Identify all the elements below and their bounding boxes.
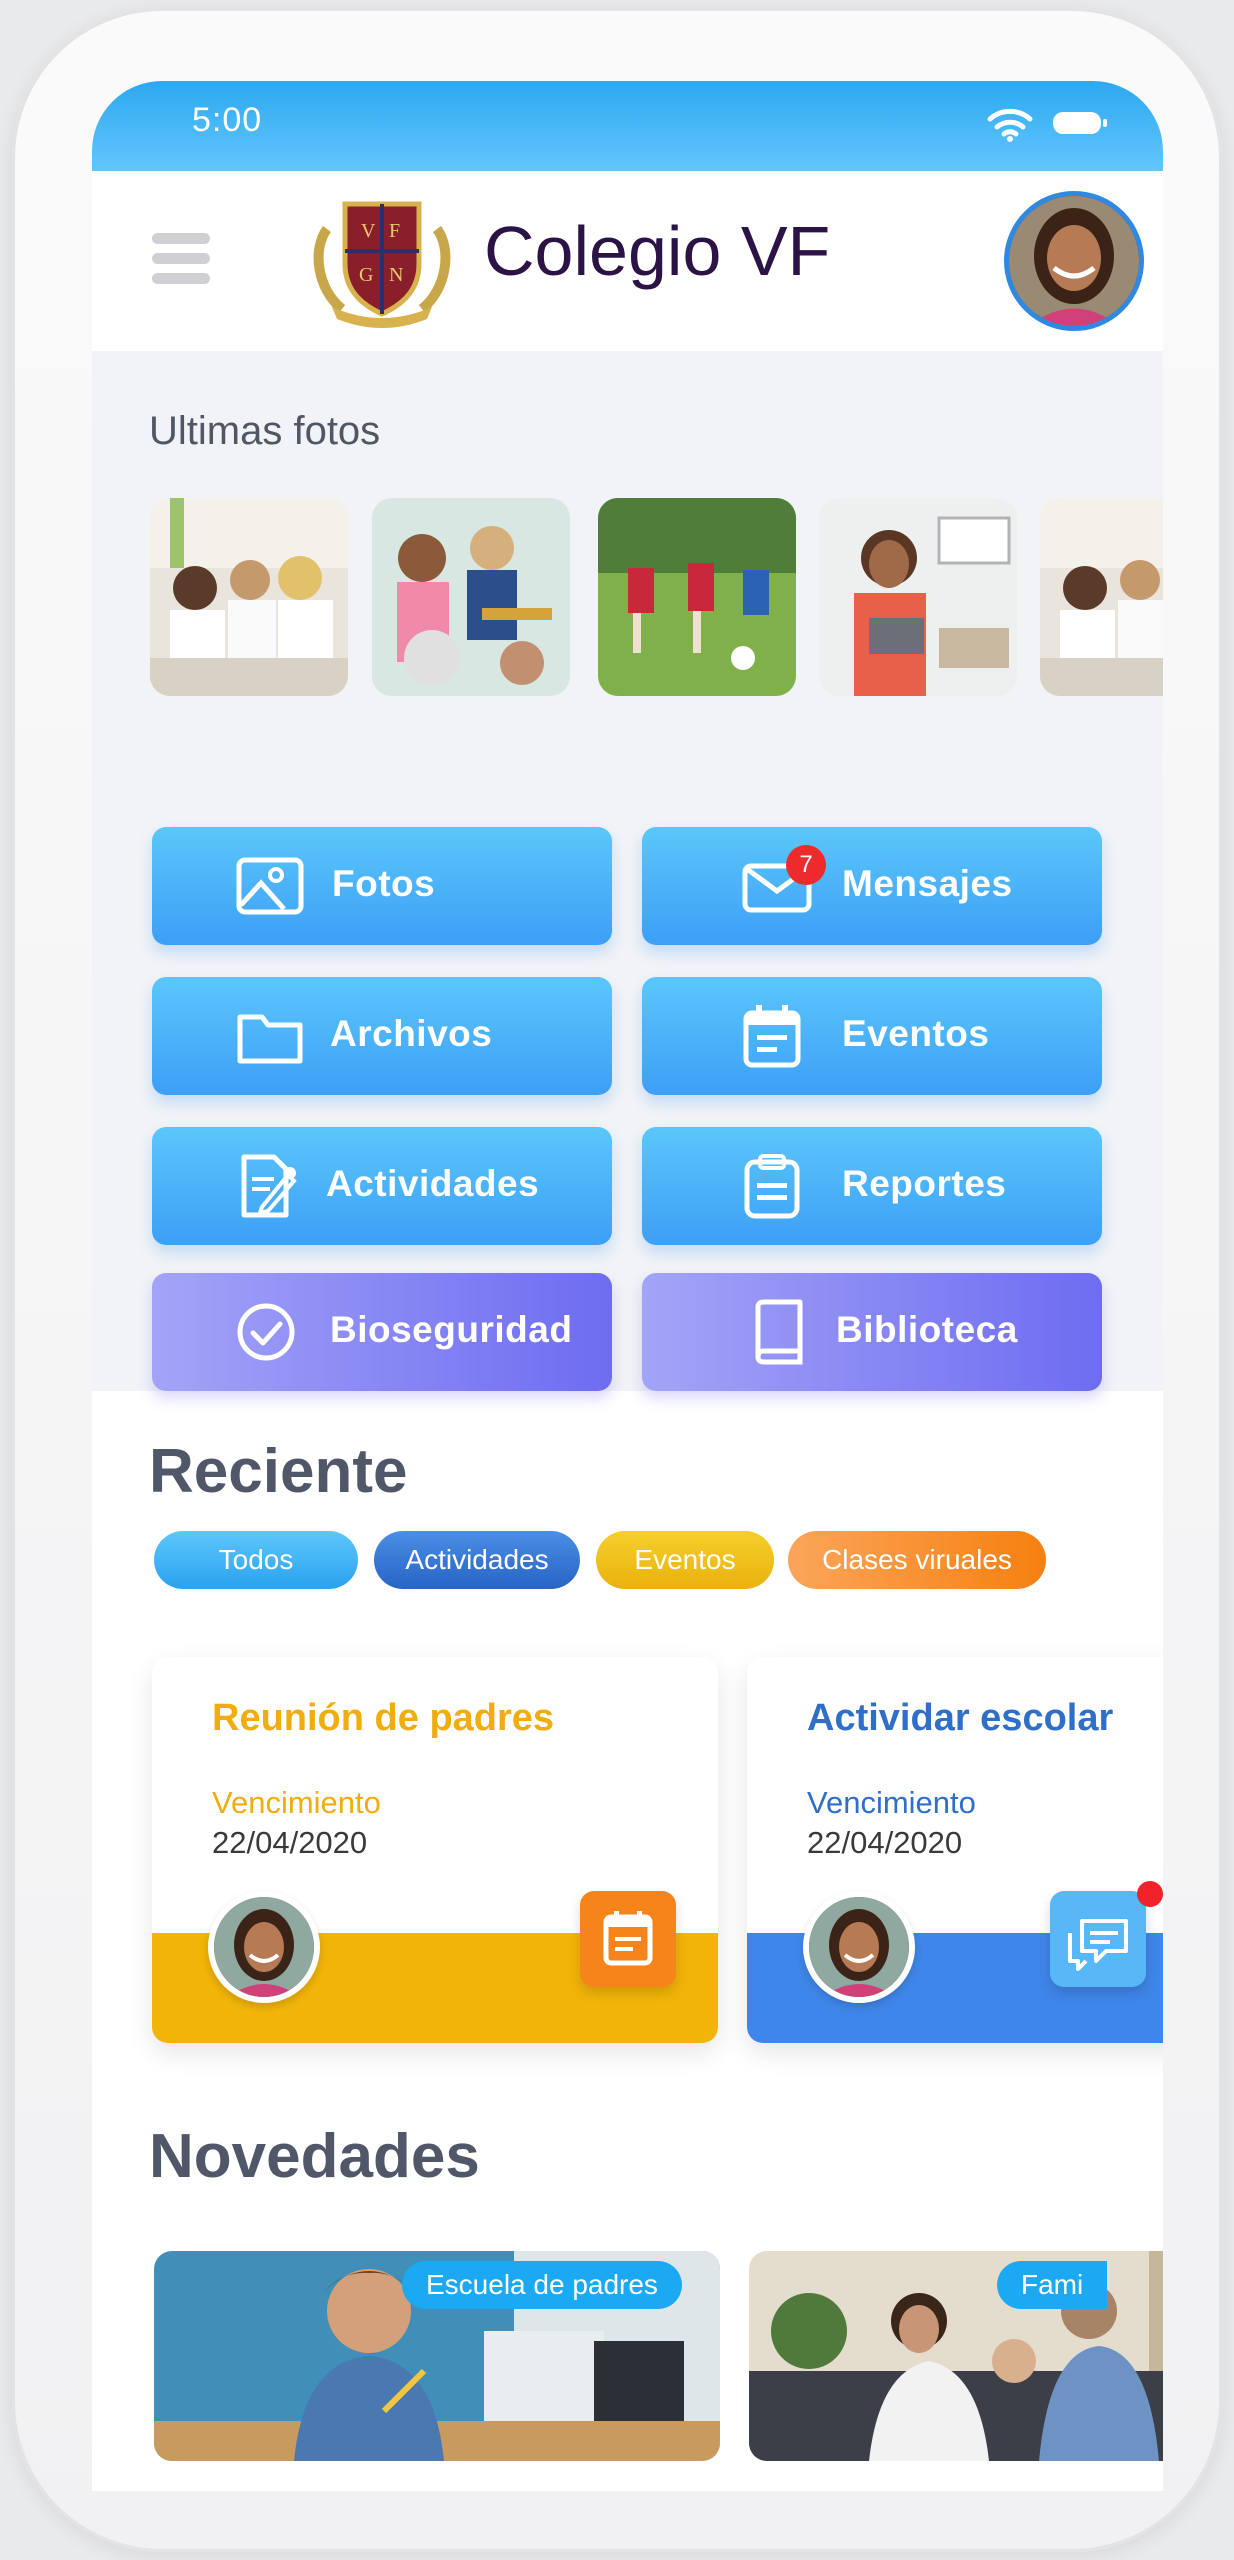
recent-section-title: Reciente bbox=[149, 1437, 408, 1506]
archivos-button[interactable]: Archivos bbox=[152, 977, 612, 1095]
app-screen: 5:00 V F G N Colegio VF Ultimas fotos Fo… bbox=[92, 81, 1163, 2491]
image-icon bbox=[236, 857, 304, 915]
filter-chip-eventos[interactable]: Eventos bbox=[596, 1531, 774, 1589]
svg-text:F: F bbox=[389, 220, 400, 242]
reportes-label: Reportes bbox=[842, 1163, 1007, 1204]
card-due-label: Vencimiento bbox=[807, 1785, 976, 1820]
notification-dot bbox=[1137, 1881, 1163, 1907]
photos-section-title: Ultimas fotos bbox=[149, 409, 381, 453]
edit-document-icon bbox=[241, 1154, 297, 1218]
app-header: V F G N Colegio VF bbox=[92, 171, 1163, 351]
photo-thumbnail[interactable] bbox=[150, 498, 348, 696]
card-avatar bbox=[208, 1891, 320, 2003]
photo-thumbnail[interactable] bbox=[598, 498, 796, 696]
folder-icon bbox=[237, 1014, 303, 1064]
fotos-button[interactable]: Fotos bbox=[152, 827, 612, 945]
news-section-title: Novedades bbox=[149, 2122, 480, 2191]
card-avatar bbox=[803, 1891, 915, 2003]
book-icon bbox=[755, 1299, 803, 1365]
menu-icon[interactable] bbox=[152, 233, 212, 293]
battery-icon bbox=[1053, 112, 1107, 134]
svg-text:G: G bbox=[359, 264, 373, 286]
card-due-date: 22/04/2020 bbox=[212, 1825, 368, 1860]
svg-text:V: V bbox=[361, 220, 376, 242]
archivos-label: Archivos bbox=[330, 1013, 493, 1054]
card-title: Actividar escolar bbox=[807, 1697, 1114, 1739]
mensajes-label: Mensajes bbox=[842, 863, 1013, 904]
status-time: 5:00 bbox=[192, 101, 263, 139]
check-circle-icon bbox=[237, 1303, 295, 1361]
biblioteca-button[interactable]: Biblioteca bbox=[642, 1273, 1102, 1391]
mensajes-button[interactable]: 7 Mensajes bbox=[642, 827, 1102, 945]
photo-thumbnail[interactable] bbox=[819, 498, 1017, 696]
school-crest-logo: V F G N bbox=[313, 201, 451, 328]
status-bar: 5:00 bbox=[92, 81, 1163, 171]
news-category-tag: Fami bbox=[997, 2261, 1108, 2309]
eventos-label: Eventos bbox=[842, 1013, 990, 1054]
event-card[interactable]: Reunión de padres Vencimiento 22/04/2020 bbox=[152, 1657, 718, 2043]
calendar-icon bbox=[743, 1005, 801, 1068]
app-title: Colegio VF bbox=[484, 212, 831, 290]
photo-thumbnail[interactable] bbox=[1040, 498, 1163, 696]
eventos-button[interactable]: Eventos bbox=[642, 977, 1102, 1095]
svg-text:N: N bbox=[389, 264, 403, 286]
filter-chip-clases-virtuales[interactable]: Clases viruales bbox=[788, 1531, 1046, 1589]
filter-chip-actividades[interactable]: Actividades bbox=[374, 1531, 580, 1589]
user-avatar[interactable] bbox=[1004, 191, 1144, 331]
calendar-icon bbox=[580, 1891, 676, 1987]
card-due-date: 22/04/2020 bbox=[807, 1825, 963, 1860]
reportes-button[interactable]: Reportes bbox=[642, 1127, 1102, 1245]
bioseguridad-button[interactable]: Bioseguridad bbox=[152, 1273, 612, 1391]
activity-card[interactable]: Actividar escolar Vencimiento 22/04/2020 bbox=[747, 1657, 1163, 2043]
card-title: Reunión de padres bbox=[212, 1697, 555, 1739]
actividades-button[interactable]: Actividades bbox=[152, 1127, 612, 1245]
chat-icon bbox=[1050, 1891, 1146, 1987]
filter-chip-todos[interactable]: Todos bbox=[154, 1531, 358, 1589]
home-menu-section: Ultimas fotos Fotos 7 Mensajes Archivos … bbox=[92, 351, 1163, 1391]
card-due-label: Vencimiento bbox=[212, 1785, 381, 1820]
fotos-label: Fotos bbox=[332, 863, 436, 904]
actividades-label: Actividades bbox=[326, 1163, 540, 1204]
unread-badge: 7 bbox=[786, 845, 826, 885]
clipboard-icon bbox=[744, 1154, 800, 1219]
photo-thumbnail[interactable] bbox=[372, 498, 570, 696]
bioseguridad-label: Bioseguridad bbox=[330, 1309, 573, 1350]
wifi-icon bbox=[987, 108, 1033, 142]
biblioteca-label: Biblioteca bbox=[836, 1309, 1018, 1350]
news-category-tag: Escuela de padres bbox=[402, 2261, 682, 2309]
phone-frame: 5:00 V F G N Colegio VF Ultimas fotos Fo… bbox=[12, 8, 1222, 2552]
